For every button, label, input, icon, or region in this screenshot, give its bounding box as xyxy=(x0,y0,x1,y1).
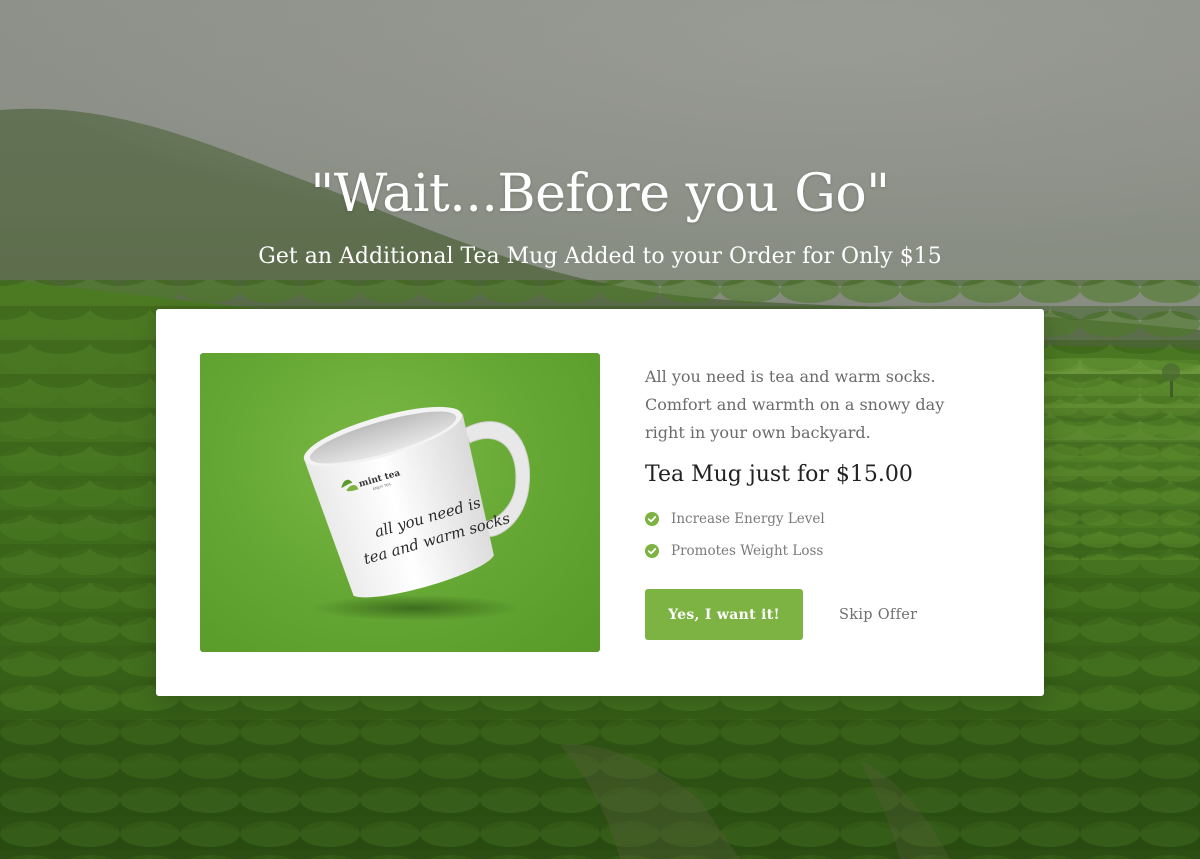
product-image: mint tea ENJOY TEA all you need is tea a… xyxy=(200,353,600,652)
upsell-offer-card: mint tea ENJOY TEA all you need is tea a… xyxy=(156,309,1044,696)
benefit-label: Promotes Weight Loss xyxy=(671,543,824,559)
skip-offer-link[interactable]: Skip Offer xyxy=(839,607,917,623)
benefit-item: Promotes Weight Loss xyxy=(645,535,1005,567)
offer-description: All you need is tea and warm socks. Comf… xyxy=(645,367,945,442)
offer-price-title: Tea Mug just for $15.00 xyxy=(645,462,913,487)
benefit-label: Increase Energy Level xyxy=(671,511,825,527)
offer-details: All you need is tea and warm socks. Comf… xyxy=(645,363,1005,640)
check-circle-icon xyxy=(645,544,659,558)
benefit-item: Increase Energy Level xyxy=(645,503,1005,535)
check-circle-icon xyxy=(645,512,659,526)
accept-offer-button[interactable]: Yes, I want it! xyxy=(645,589,803,640)
benefits-list: Increase Energy Level Promotes Weight Lo… xyxy=(645,503,1005,567)
hero-section: "Wait...Before you Go" Get an Additional… xyxy=(0,0,1200,859)
tea-mug-illustration: mint tea ENJOY TEA all you need is tea a… xyxy=(303,406,531,621)
page-headline: "Wait...Before you Go" xyxy=(310,164,890,224)
page-subheadline: Get an Additional Tea Mug Added to your … xyxy=(258,244,942,269)
offer-actions: Yes, I want it! Skip Offer xyxy=(645,589,1005,640)
